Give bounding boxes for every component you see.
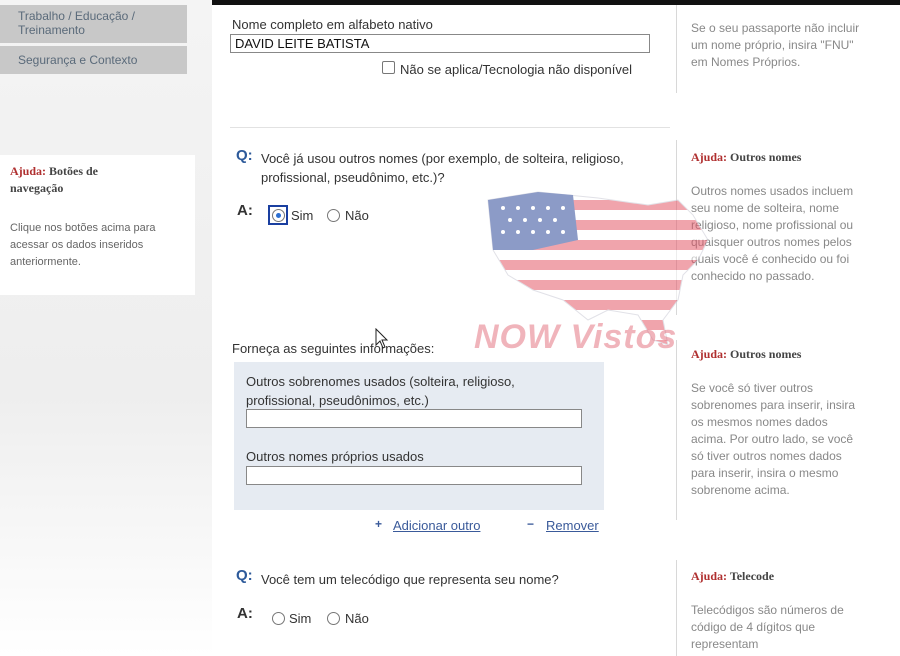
provide-info-label: Forneça as seguintes informações:: [232, 341, 435, 356]
question-marker: Q:: [236, 567, 253, 584]
help-separator: [676, 560, 677, 656]
other-names-help-text-2: Se você só tiver outros sobrenomes para …: [691, 381, 856, 497]
watermark-text: NOW Vistos: [474, 318, 678, 356]
native-name-label: Nome completo em alfabeto nativo: [232, 17, 433, 32]
other-names-panel: Outros sobrenomes usados (solteira, reli…: [234, 362, 604, 510]
answer-marker: A:: [237, 605, 253, 622]
other-surnames-label: Outros sobrenomes usados (solteira, reli…: [246, 374, 515, 408]
remove-link[interactable]: Remover: [546, 518, 599, 533]
left-help-box: Ajuda: Botões de navegação Clique nos bo…: [0, 155, 195, 295]
question-marker: Q:: [236, 147, 253, 164]
left-help-text: Clique nos botões acima para acessar os …: [10, 222, 156, 268]
other-names-question: Você já usou outros nomes (por exemplo, …: [261, 151, 624, 185]
add-icon: +: [375, 517, 383, 531]
right-help-column: Se o seu passaporte não incluir um nome …: [672, 5, 868, 656]
help-title-text: Outros nomes: [730, 347, 802, 361]
other-names-help-title-2: Ajuda: Outros nomes: [691, 346, 801, 363]
help-title-prefix: Ajuda:: [691, 347, 728, 361]
answer-marker: A:: [237, 202, 253, 219]
nav-item-work-education[interactable]: Trabalho / Educação / Treinamento: [0, 5, 187, 43]
add-another-link[interactable]: Adicionar outro: [393, 518, 480, 533]
help-title-prefix: Ajuda:: [691, 150, 728, 164]
other-names-no-label: Não: [345, 208, 369, 223]
passport-help-text: Se o seu passaporte não incluir um nome …: [691, 21, 860, 69]
remove-icon: −: [527, 517, 535, 531]
left-help-title-prefix: Ajuda:: [10, 164, 47, 178]
mouse-cursor-icon: [375, 328, 389, 349]
telecode-no-radio[interactable]: [327, 612, 340, 625]
telecode-help-text: Telecódigos são números de código de 4 d…: [691, 603, 844, 651]
other-names-no-radio[interactable]: [327, 209, 340, 222]
other-names-yes-radio[interactable]: [272, 209, 285, 222]
telecode-yes-label: Sim: [289, 611, 312, 626]
other-names-yes-label: Sim: [291, 208, 314, 223]
native-name-na-label: Não se aplica/Tecnologia não disponível: [400, 62, 632, 77]
other-names-help-title: Ajuda: Outros nomes: [691, 149, 801, 166]
native-name-na-checkbox[interactable]: [382, 61, 395, 74]
help-separator: [676, 340, 677, 520]
other-names-help-text: Outros nomes usados incluem seu nome de …: [691, 184, 854, 283]
other-given-names-label: Outros nomes próprios usados: [246, 449, 424, 464]
nav-item-security-background[interactable]: Segurança e Contexto: [0, 46, 187, 74]
telecode-question: Você tem um telecódigo que representa se…: [261, 572, 559, 587]
other-surnames-input[interactable]: [246, 409, 582, 428]
left-sidebar: Trabalho / Educação / Treinamento Segura…: [0, 0, 212, 656]
help-title-text: Outros nomes: [730, 150, 802, 164]
other-given-names-input[interactable]: [246, 466, 582, 485]
telecode-help-title: Ajuda: Telecode: [691, 568, 774, 585]
native-name-input[interactable]: DAVID LEITE BATISTA: [230, 34, 650, 53]
left-help-title: Ajuda: Botões de navegação: [10, 163, 140, 197]
telecode-yes-radio[interactable]: [272, 612, 285, 625]
help-separator: [676, 5, 677, 93]
section-divider: [230, 127, 670, 128]
help-title-prefix: Ajuda:: [691, 569, 728, 583]
help-title-text: Telecode: [729, 569, 775, 583]
telecode-no-label: Não: [345, 611, 369, 626]
help-separator: [676, 140, 677, 315]
